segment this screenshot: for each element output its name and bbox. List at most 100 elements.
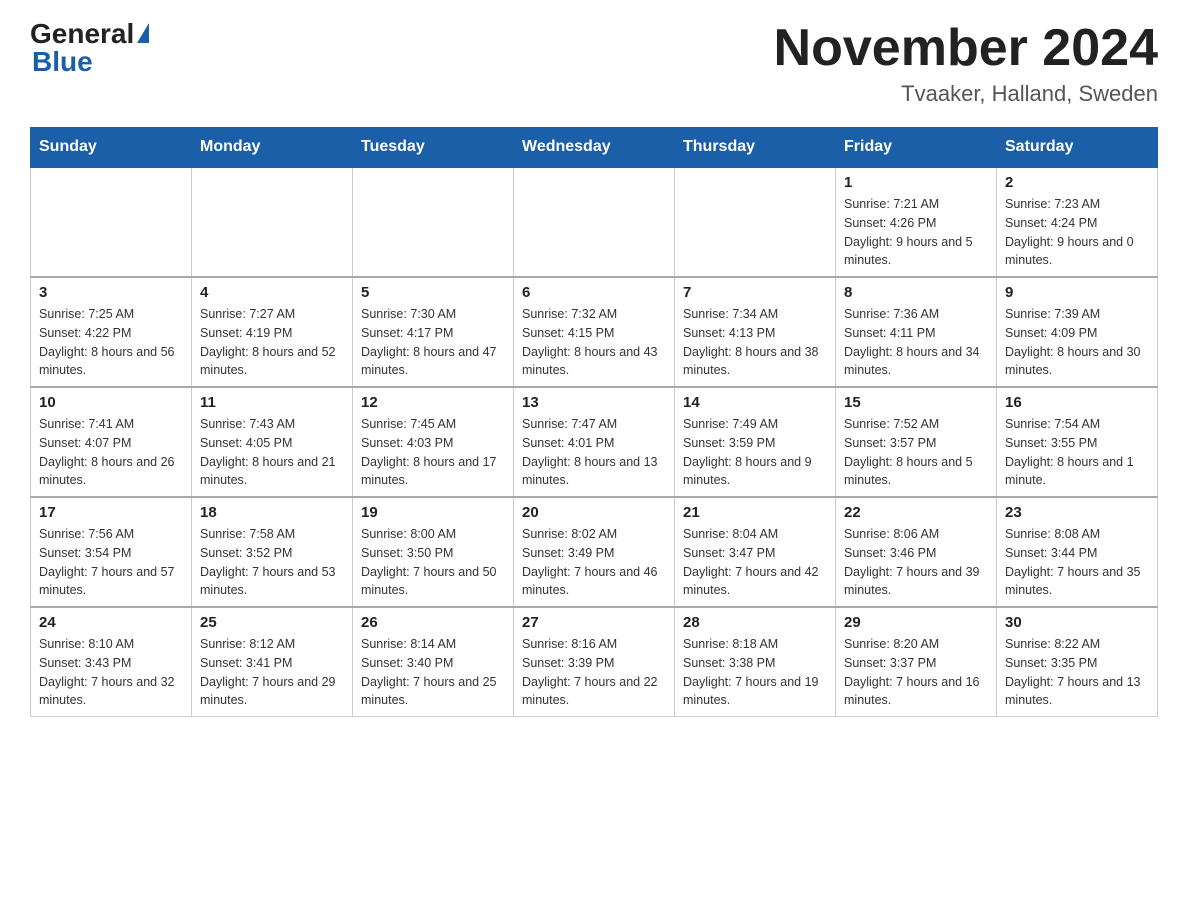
day-info: Sunrise: 8:20 AMSunset: 3:37 PMDaylight:… [844, 635, 988, 710]
calendar-cell: 5 Sunrise: 7:30 AMSunset: 4:17 PMDaylight… [353, 277, 514, 387]
day-number: 16 [1005, 394, 1149, 411]
day-info: Sunrise: 8:00 AMSunset: 3:50 PMDaylight:… [361, 525, 505, 600]
day-number: 8 [844, 284, 988, 301]
day-info: Sunrise: 7:34 AMSunset: 4:13 PMDaylight:… [683, 305, 827, 380]
day-number: 9 [1005, 284, 1149, 301]
title-block: November 2024 Tvaaker, Halland, Sweden [774, 20, 1158, 107]
calendar-cell: 6 Sunrise: 7:32 AMSunset: 4:15 PMDaylight… [514, 277, 675, 387]
calendar-cell: 3 Sunrise: 7:25 AMSunset: 4:22 PMDaylight… [31, 277, 192, 387]
weekday-header-monday: Monday [192, 128, 353, 168]
calendar-cell: 21 Sunrise: 8:04 AMSunset: 3:47 PMDayligh… [675, 497, 836, 607]
day-info: Sunrise: 7:47 AMSunset: 4:01 PMDaylight:… [522, 415, 666, 490]
calendar-cell: 16 Sunrise: 7:54 AMSunset: 3:55 PMDayligh… [997, 387, 1158, 497]
day-number: 29 [844, 614, 988, 631]
day-number: 24 [39, 614, 183, 631]
day-number: 11 [200, 394, 344, 411]
day-info: Sunrise: 7:30 AMSunset: 4:17 PMDaylight:… [361, 305, 505, 380]
day-info: Sunrise: 7:25 AMSunset: 4:22 PMDaylight:… [39, 305, 183, 380]
calendar-cell: 13 Sunrise: 7:47 AMSunset: 4:01 PMDayligh… [514, 387, 675, 497]
day-number: 10 [39, 394, 183, 411]
day-info: Sunrise: 8:12 AMSunset: 3:41 PMDaylight:… [200, 635, 344, 710]
day-info: Sunrise: 7:41 AMSunset: 4:07 PMDaylight:… [39, 415, 183, 490]
day-info: Sunrise: 7:52 AMSunset: 3:57 PMDaylight:… [844, 415, 988, 490]
logo: General Blue [30, 20, 149, 78]
day-info: Sunrise: 7:39 AMSunset: 4:09 PMDaylight:… [1005, 305, 1149, 380]
calendar-cell: 9 Sunrise: 7:39 AMSunset: 4:09 PMDaylight… [997, 277, 1158, 387]
calendar-week-2: 3 Sunrise: 7:25 AMSunset: 4:22 PMDaylight… [31, 277, 1158, 387]
calendar-cell: 14 Sunrise: 7:49 AMSunset: 3:59 PMDayligh… [675, 387, 836, 497]
day-number: 5 [361, 284, 505, 301]
weekday-header-sunday: Sunday [31, 128, 192, 168]
day-info: Sunrise: 8:16 AMSunset: 3:39 PMDaylight:… [522, 635, 666, 710]
day-number: 19 [361, 504, 505, 521]
page-header: General Blue November 2024 Tvaaker, Hall… [30, 20, 1158, 107]
day-info: Sunrise: 8:10 AMSunset: 3:43 PMDaylight:… [39, 635, 183, 710]
day-info: Sunrise: 7:54 AMSunset: 3:55 PMDaylight:… [1005, 415, 1149, 490]
day-info: Sunrise: 8:08 AMSunset: 3:44 PMDaylight:… [1005, 525, 1149, 600]
day-number: 23 [1005, 504, 1149, 521]
calendar-week-5: 24 Sunrise: 8:10 AMSunset: 3:43 PMDayligh… [31, 607, 1158, 717]
day-info: Sunrise: 7:49 AMSunset: 3:59 PMDaylight:… [683, 415, 827, 490]
day-number: 27 [522, 614, 666, 631]
calendar-cell: 27 Sunrise: 8:16 AMSunset: 3:39 PMDayligh… [514, 607, 675, 717]
day-number: 26 [361, 614, 505, 631]
day-number: 7 [683, 284, 827, 301]
day-number: 12 [361, 394, 505, 411]
calendar-cell: 28 Sunrise: 8:18 AMSunset: 3:38 PMDayligh… [675, 607, 836, 717]
day-info: Sunrise: 7:56 AMSunset: 3:54 PMDaylight:… [39, 525, 183, 600]
day-number: 20 [522, 504, 666, 521]
calendar-cell: 7 Sunrise: 7:34 AMSunset: 4:13 PMDaylight… [675, 277, 836, 387]
day-info: Sunrise: 8:04 AMSunset: 3:47 PMDaylight:… [683, 525, 827, 600]
calendar-week-1: 1 Sunrise: 7:21 AMSunset: 4:26 PMDaylight… [31, 167, 1158, 277]
day-info: Sunrise: 7:21 AMSunset: 4:26 PMDaylight:… [844, 195, 988, 270]
calendar-cell: 17 Sunrise: 7:56 AMSunset: 3:54 PMDayligh… [31, 497, 192, 607]
calendar-cell: 25 Sunrise: 8:12 AMSunset: 3:41 PMDayligh… [192, 607, 353, 717]
calendar-cell: 2Sunrise: 7:23 AMSunset: 4:24 PMDaylight… [997, 167, 1158, 277]
weekday-header-thursday: Thursday [675, 128, 836, 168]
day-info: Sunrise: 7:43 AMSunset: 4:05 PMDaylight:… [200, 415, 344, 490]
calendar-cell: 22Sunrise: 8:06 AMSunset: 3:46 PMDayligh… [836, 497, 997, 607]
day-number: 13 [522, 394, 666, 411]
day-number: 1 [844, 174, 988, 191]
calendar-cell [192, 167, 353, 277]
month-title: November 2024 [774, 20, 1158, 77]
calendar-cell: 18 Sunrise: 7:58 AMSunset: 3:52 PMDayligh… [192, 497, 353, 607]
day-number: 21 [683, 504, 827, 521]
weekday-header-saturday: Saturday [997, 128, 1158, 168]
day-number: 14 [683, 394, 827, 411]
calendar-week-3: 10 Sunrise: 7:41 AMSunset: 4:07 PMDayligh… [31, 387, 1158, 497]
day-number: 18 [200, 504, 344, 521]
logo-triangle-icon [137, 23, 149, 43]
day-number: 30 [1005, 614, 1149, 631]
day-number: 3 [39, 284, 183, 301]
calendar-cell: 1 Sunrise: 7:21 AMSunset: 4:26 PMDaylight… [836, 167, 997, 277]
calendar-cell [675, 167, 836, 277]
day-number: 17 [39, 504, 183, 521]
weekday-header-friday: Friday [836, 128, 997, 168]
day-info: Sunrise: 7:58 AMSunset: 3:52 PMDaylight:… [200, 525, 344, 600]
calendar-cell [353, 167, 514, 277]
day-info: Sunrise: 8:02 AMSunset: 3:49 PMDaylight:… [522, 525, 666, 600]
day-info: Sunrise: 7:45 AMSunset: 4:03 PMDaylight:… [361, 415, 505, 490]
calendar-cell: 29 Sunrise: 8:20 AMSunset: 3:37 PMDayligh… [836, 607, 997, 717]
day-info: Sunrise: 8:18 AMSunset: 3:38 PMDaylight:… [683, 635, 827, 710]
calendar-cell: 20 Sunrise: 8:02 AMSunset: 3:49 PMDayligh… [514, 497, 675, 607]
day-number: 25 [200, 614, 344, 631]
day-number: 6 [522, 284, 666, 301]
calendar-cell: 19 Sunrise: 8:00 AMSunset: 3:50 PMDayligh… [353, 497, 514, 607]
calendar-cell: 30 Sunrise: 8:22 AMSunset: 3:35 PMDayligh… [997, 607, 1158, 717]
calendar-cell: 15 Sunrise: 7:52 AMSunset: 3:57 PMDayligh… [836, 387, 997, 497]
day-info: Sunrise: 7:27 AMSunset: 4:19 PMDaylight:… [200, 305, 344, 380]
calendar-cell: 10 Sunrise: 7:41 AMSunset: 4:07 PMDayligh… [31, 387, 192, 497]
calendar-cell: 24 Sunrise: 8:10 AMSunset: 3:43 PMDayligh… [31, 607, 192, 717]
day-info: Sunrise: 7:32 AMSunset: 4:15 PMDaylight:… [522, 305, 666, 380]
calendar-cell [31, 167, 192, 277]
calendar-cell: 4Sunrise: 7:27 AMSunset: 4:19 PMDaylight… [192, 277, 353, 387]
day-number: 22 [844, 504, 988, 521]
day-number: 28 [683, 614, 827, 631]
calendar-cell: 26Sunrise: 8:14 AMSunset: 3:40 PMDayligh… [353, 607, 514, 717]
location-title: Tvaaker, Halland, Sweden [774, 81, 1158, 107]
day-info: Sunrise: 8:22 AMSunset: 3:35 PMDaylight:… [1005, 635, 1149, 710]
day-number: 2 [1005, 174, 1149, 191]
day-number: 15 [844, 394, 988, 411]
